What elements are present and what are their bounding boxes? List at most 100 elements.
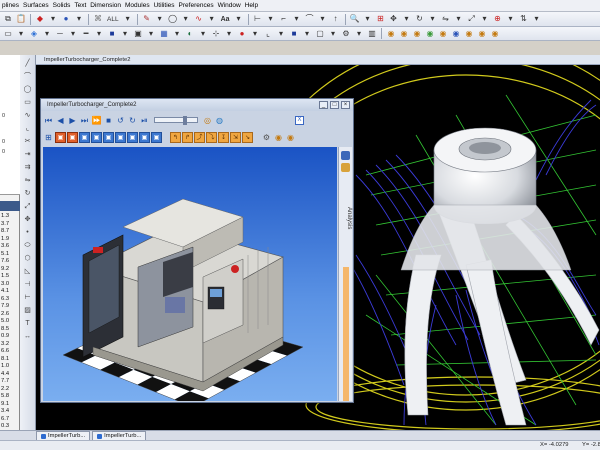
chevron-down-icon[interactable]: ▾ — [249, 28, 261, 40]
arrow-up-icon[interactable]: ↑ — [330, 13, 342, 25]
tool-path-icon[interactable]: ⤴ — [194, 131, 205, 143]
mirror-icon[interactable]: ⇋ — [440, 13, 452, 25]
chevron-down-icon[interactable]: ▾ — [401, 13, 413, 25]
chevron-down-icon[interactable]: ▾ — [479, 13, 491, 25]
globe-icon[interactable]: ◍ — [214, 115, 225, 126]
view-icon[interactable]: ▣ — [132, 28, 144, 40]
chevron-down-icon[interactable]: ▾ — [317, 13, 329, 25]
stop-icon[interactable]: ■ — [103, 115, 114, 126]
cube-view-icon[interactable]: ▣ — [139, 131, 150, 143]
ellipse-tool-icon[interactable]: ⬭ — [22, 240, 34, 251]
polygon-tool-icon[interactable]: ⬡ — [22, 253, 34, 264]
cube-view-icon[interactable]: ▣ — [79, 131, 90, 143]
stock-icon[interactable]: ◉ — [285, 132, 296, 143]
cam-op-icon[interactable]: ◉ — [398, 28, 410, 40]
menu-help[interactable]: Help — [243, 2, 260, 9]
chevron-down-icon[interactable]: ▾ — [47, 13, 59, 25]
cam-op-icon[interactable]: ◉ — [489, 28, 501, 40]
chevron-down-icon[interactable]: ▾ — [427, 13, 439, 25]
chevron-down-icon[interactable]: ▾ — [154, 13, 166, 25]
layer-icon[interactable]: ◈ — [28, 28, 40, 40]
maximize-button[interactable]: □ — [330, 101, 339, 109]
chevron-down-icon[interactable]: ▾ — [353, 28, 365, 40]
cube-view-icon[interactable]: ▣ — [115, 131, 126, 143]
fillet-tool-icon[interactable]: ⌞ — [22, 123, 34, 134]
measure-icon[interactable]: ⊞ — [375, 13, 387, 25]
chevron-down-icon[interactable]: ▾ — [301, 28, 313, 40]
close-button[interactable]: × — [341, 101, 350, 109]
spline-tool-icon[interactable]: ∿ — [22, 110, 34, 121]
magnify-icon[interactable]: 🔍 — [349, 13, 361, 25]
cam-op-icon[interactable]: ◉ — [424, 28, 436, 40]
cube-icon[interactable]: ▦ — [158, 28, 170, 40]
join-tool-icon[interactable]: ⊢ — [22, 292, 34, 303]
line-tool-icon[interactable]: ╱ — [22, 58, 34, 69]
chevron-down-icon[interactable]: ▾ — [15, 28, 27, 40]
tool-path-icon[interactable]: ↰ — [170, 131, 181, 143]
chevron-down-icon[interactable]: ▾ — [180, 13, 192, 25]
step-back-icon[interactable]: ◀ — [55, 115, 66, 126]
grid-icon[interactable]: ⊞ — [43, 132, 54, 143]
menu-splines[interactable]: plines — [0, 2, 21, 9]
skip-icon[interactable]: ⏯ — [139, 115, 150, 126]
hatch-tool-icon[interactable]: ▨ — [22, 305, 34, 316]
menu-text[interactable]: Text — [72, 2, 88, 9]
step-forward-icon[interactable]: ⏭ — [79, 115, 90, 126]
arc-icon[interactable]: ⌒ — [304, 13, 316, 25]
spline-icon[interactable]: ∿ — [193, 13, 205, 25]
cam-op-icon[interactable]: ◉ — [450, 28, 462, 40]
wrench-icon[interactable]: ⚙ — [261, 132, 272, 143]
chevron-down-icon[interactable]: ▾ — [531, 13, 543, 25]
rect-tool-icon[interactable]: ▭ — [22, 97, 34, 108]
minimize-button[interactable]: _ — [319, 101, 328, 109]
settings-icon[interactable] — [341, 163, 350, 172]
chevron-down-icon[interactable]: ▾ — [41, 28, 53, 40]
stock-icon[interactable]: ◉ — [273, 132, 284, 143]
chevron-down-icon[interactable]: ▾ — [122, 13, 134, 25]
trim-tool-icon[interactable]: ✂ — [22, 136, 34, 147]
point-tool-icon[interactable]: • — [22, 227, 34, 238]
line-weight-icon[interactable]: ━ — [80, 28, 92, 40]
menu-modules[interactable]: Modules — [123, 2, 152, 9]
select-all-icon[interactable]: ⌘ — [92, 13, 104, 25]
chamfer-tool-icon[interactable]: ◺ — [22, 266, 34, 277]
box-icon[interactable]: ▢ — [314, 28, 326, 40]
text-tool-button[interactable]: Aa — [219, 16, 232, 23]
break-tool-icon[interactable]: ⊣ — [22, 279, 34, 290]
cam-op-icon[interactable]: ◉ — [385, 28, 397, 40]
pen-icon[interactable]: ✎ — [141, 13, 153, 25]
chevron-down-icon[interactable]: ▾ — [265, 13, 277, 25]
tool-path-icon[interactable]: ⇲ — [230, 131, 241, 143]
slider-thumb[interactable] — [183, 116, 187, 125]
rotate-icon[interactable]: ↻ — [414, 13, 426, 25]
arc-tool-icon[interactable]: ⌒ — [22, 71, 34, 82]
refresh-icon[interactable]: ↻ — [127, 115, 138, 126]
circle-tool-icon[interactable]: ◯ — [22, 84, 34, 95]
chevron-down-icon[interactable]: ▾ — [67, 28, 79, 40]
menu-preferences[interactable]: Preferences — [177, 2, 216, 9]
mirror-tool-icon[interactable]: ⇋ — [22, 175, 34, 186]
speed-icon[interactable]: ◎ — [202, 115, 213, 126]
chevron-down-icon[interactable]: ▾ — [275, 28, 287, 40]
circle-icon[interactable]: ◯ — [167, 13, 179, 25]
offset-icon[interactable]: ⇅ — [518, 13, 530, 25]
chevron-down-icon[interactable]: ▾ — [119, 28, 131, 40]
chevron-down-icon[interactable]: ▾ — [505, 13, 517, 25]
layer-dropdown-icon[interactable]: ◆ — [34, 13, 46, 25]
cam-op-icon[interactable]: ◉ — [463, 28, 475, 40]
tool-path-icon[interactable]: ⤵ — [206, 131, 217, 143]
solid-icon[interactable]: ■ — [288, 28, 300, 40]
rewind-icon[interactable]: ⏮ — [43, 115, 54, 126]
shade-icon[interactable]: ◐ — [184, 28, 196, 40]
snap-icon[interactable]: ⊹ — [210, 28, 222, 40]
paste-icon[interactable]: 📋 — [15, 13, 27, 25]
simulation-canvas[interactable] — [43, 147, 337, 401]
machine-icon[interactable]: ▥ — [366, 28, 378, 40]
corner-icon[interactable]: ⌞ — [262, 28, 274, 40]
chevron-down-icon[interactable]: ▾ — [233, 13, 245, 25]
analysis-tab-label[interactable]: Analysis — [340, 207, 352, 229]
rotate-tool-icon[interactable]: ↻ — [22, 188, 34, 199]
speed-slider[interactable] — [154, 116, 198, 125]
cam-op-icon[interactable]: ◉ — [411, 28, 423, 40]
chevron-down-icon[interactable]: ▾ — [197, 28, 209, 40]
